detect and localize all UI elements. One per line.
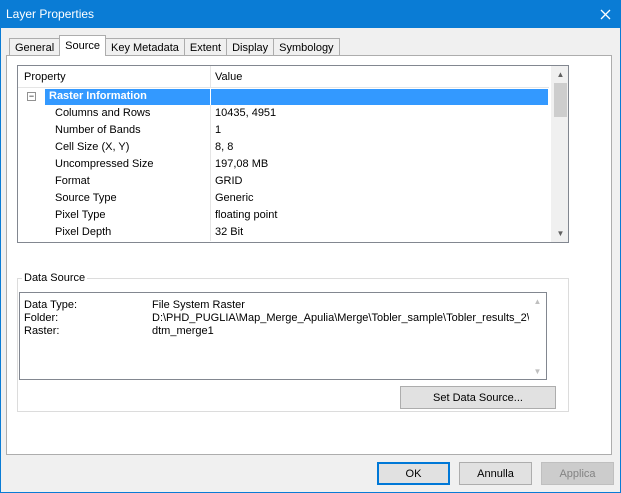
tab-general[interactable]: General: [9, 38, 61, 56]
scroll-down-icon[interactable]: ▼: [529, 363, 546, 379]
row-value: 1: [215, 124, 222, 136]
category-raster-information[interactable]: − Raster Information: [18, 88, 549, 105]
row-value: 197,08 MB: [215, 158, 269, 170]
row-label: Cell Size (X, Y): [55, 141, 130, 153]
row-value: GRID: [215, 175, 243, 187]
tab-extent[interactable]: Extent: [183, 38, 228, 56]
grid-row[interactable]: Uncompressed Size 197,08 MB: [18, 156, 549, 173]
grid-row[interactable]: Pixel Type floating point: [18, 207, 549, 224]
column-divider: [210, 105, 211, 122]
tab-symbology[interactable]: Symbology: [273, 38, 340, 56]
collapse-icon[interactable]: −: [27, 92, 36, 101]
ds-key: Raster:: [24, 325, 60, 337]
row-label: Pixel Depth: [55, 226, 112, 238]
column-divider: [210, 190, 211, 207]
row-value: 32 Bit: [215, 226, 244, 238]
ds-value: D:\PHD_PUGLIA\Map_Merge_Apulia\Merge\Tob…: [152, 312, 530, 324]
tab-source[interactable]: Source: [59, 35, 106, 56]
apply-button: Applica: [541, 462, 614, 485]
row-label: Columns and Rows: [55, 107, 151, 119]
row-value: floating point: [215, 209, 278, 221]
tab-key-metadata[interactable]: Key Metadata: [105, 38, 185, 56]
ds-value: File System Raster: [152, 299, 245, 311]
ds-scrollbar[interactable]: ▲ ▼: [529, 293, 546, 379]
header-divider[interactable]: [210, 66, 211, 88]
scroll-up-icon[interactable]: ▲: [552, 66, 568, 83]
set-data-source-button[interactable]: Set Data Source...: [400, 386, 556, 409]
cancel-button[interactable]: Annulla: [459, 462, 532, 485]
grid-row[interactable]: Format GRID: [18, 173, 549, 190]
ds-key: Data Type:: [24, 299, 77, 311]
grid-row[interactable]: Cell Size (X, Y) 8, 8: [18, 139, 549, 156]
row-label: Format: [55, 175, 90, 187]
scroll-thumb[interactable]: [554, 83, 567, 117]
grid-header: Property Value: [18, 66, 549, 88]
title-bar: Layer Properties: [0, 0, 621, 28]
scroll-up-icon[interactable]: ▲: [529, 293, 546, 309]
window-title: Layer Properties: [6, 7, 95, 21]
row-value: 10435, 4951: [215, 107, 277, 119]
grid-row[interactable]: Pixel Depth 32 Bit: [18, 224, 549, 241]
grid-scrollbar[interactable]: ▲ ▼: [551, 66, 568, 242]
column-divider: [210, 224, 211, 241]
row-label: Uncompressed Size: [55, 158, 154, 170]
source-tab-panel: Property Value − Raster Information Colu…: [6, 55, 612, 455]
grid-row[interactable]: Source Type Generic: [18, 190, 549, 207]
row-label: Source Type: [55, 192, 117, 204]
category-highlight-value: [211, 89, 548, 105]
data-source-legend: Data Source: [22, 272, 88, 284]
column-divider: [210, 139, 211, 156]
column-divider: [210, 173, 211, 190]
row-value: Generic: [215, 192, 254, 204]
scroll-down-icon[interactable]: ▼: [552, 225, 568, 242]
window-body: General Source Key Metadata Extent Displ…: [0, 28, 621, 493]
row-label: Pixel Type: [55, 209, 106, 221]
grid-rows: − Raster Information Columns and Rows 104…: [18, 88, 549, 241]
ds-key: Folder:: [24, 312, 59, 324]
tab-strip: General Source Key Metadata Extent Displ…: [9, 35, 340, 56]
category-label: Raster Information: [49, 90, 147, 102]
tab-display[interactable]: Display: [226, 38, 275, 56]
column-divider: [210, 207, 211, 224]
column-divider: [210, 156, 211, 173]
data-source-textbox[interactable]: Data Type: File System Raster Folder: D:…: [19, 292, 547, 380]
close-icon[interactable]: [589, 0, 621, 28]
row-label: Number of Bands: [55, 124, 141, 136]
grid-row[interactable]: Number of Bands 1: [18, 122, 549, 139]
column-divider: [210, 122, 211, 139]
property-grid[interactable]: Property Value − Raster Information Colu…: [17, 65, 569, 243]
header-property: Property: [24, 71, 66, 83]
header-value: Value: [215, 71, 243, 83]
ds-value: dtm_merge1: [152, 325, 214, 337]
grid-row[interactable]: Columns and Rows 10435, 4951: [18, 105, 549, 122]
ok-button[interactable]: OK: [377, 462, 450, 485]
row-value: 8, 8: [215, 141, 234, 153]
